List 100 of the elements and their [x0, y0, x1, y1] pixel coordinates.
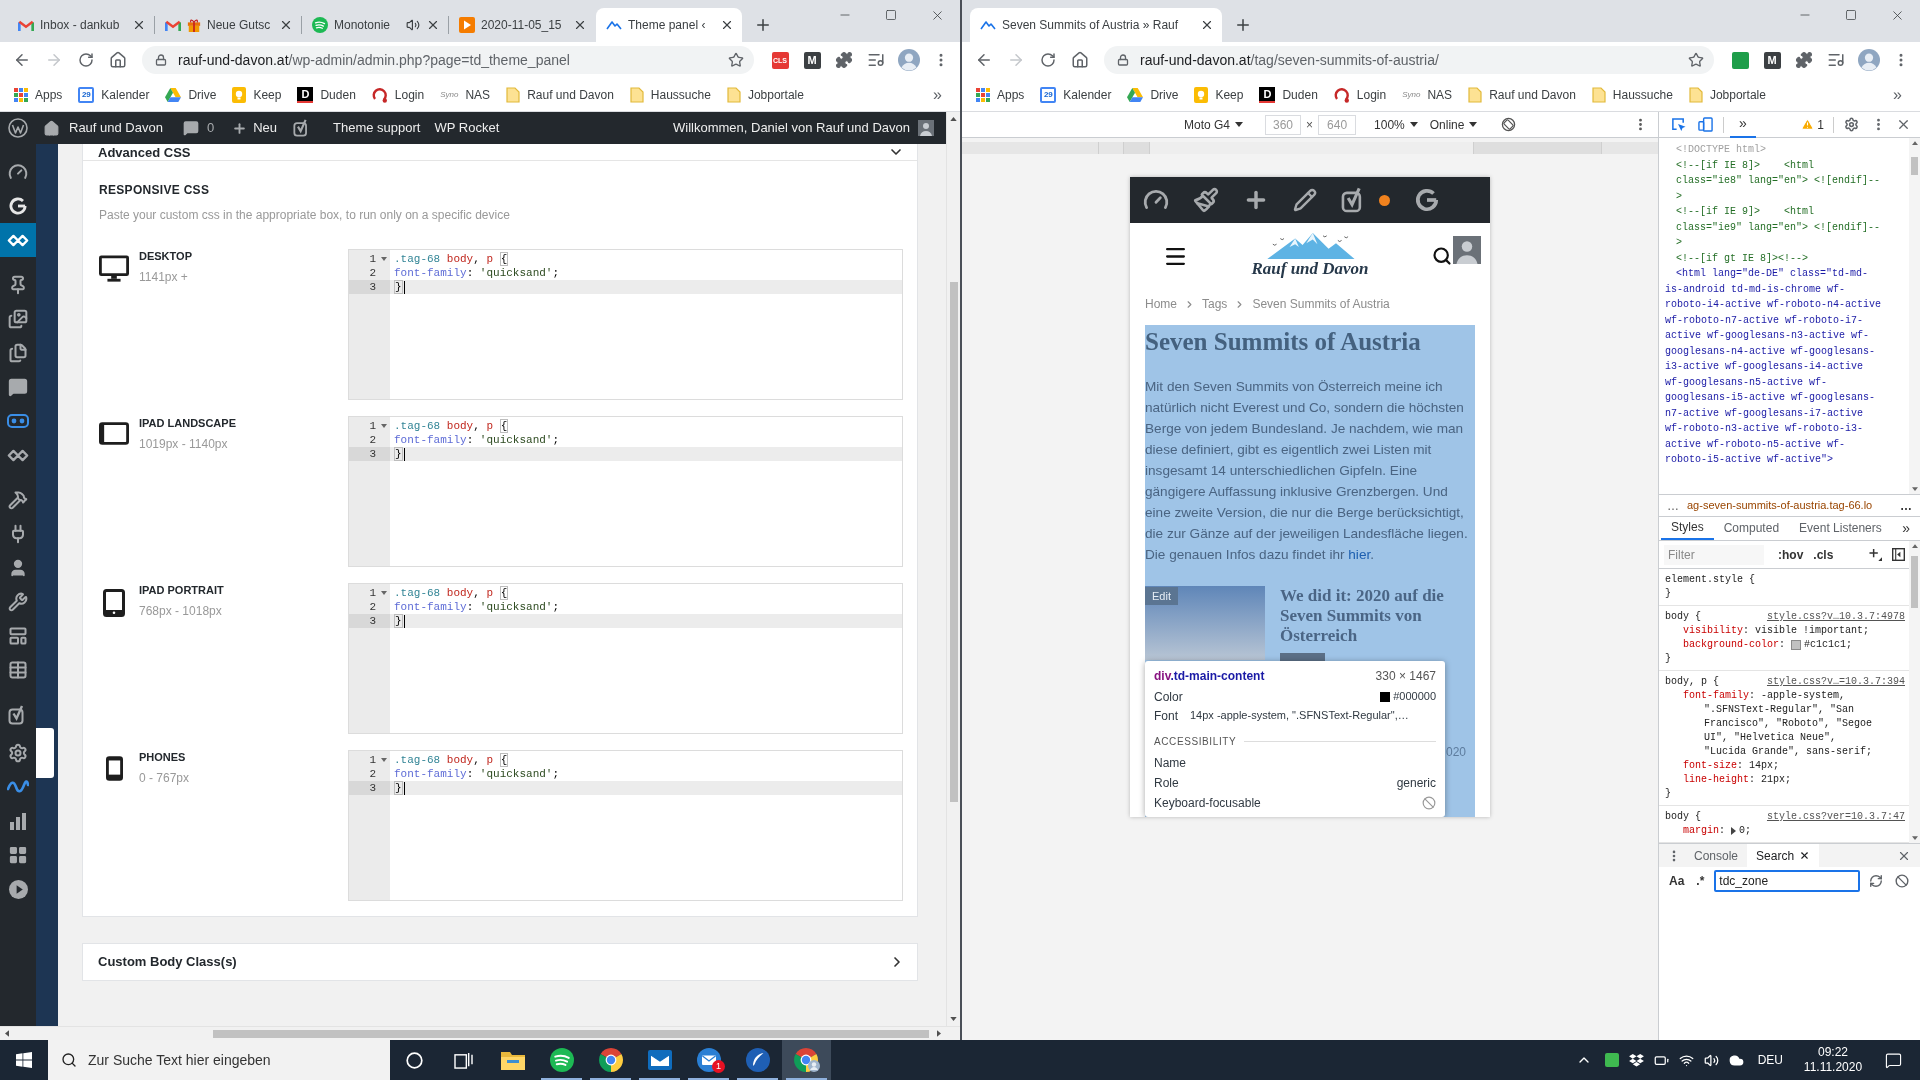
star-icon[interactable] [728, 52, 744, 68]
sidebar-toggle-icon[interactable] [1892, 548, 1905, 561]
diamonds-icon[interactable] [1628, 1053, 1644, 1067]
taskbar-button[interactable] [782, 1040, 831, 1080]
pencil-icon[interactable] [1293, 188, 1317, 212]
breadcrumb-link[interactable]: Tags [1202, 295, 1228, 313]
fold-arrow-icon[interactable] [381, 591, 387, 595]
code-editor[interactable]: 1 2 3 .tag-68 body, p { font-family: 'quicksand'; } [348, 249, 903, 400]
bookmark[interactable]: Jobportale [726, 85, 804, 104]
bookmark[interactable]: 29 Kalender [78, 85, 150, 104]
regex-button[interactable]: .* [1696, 872, 1705, 890]
bookmark[interactable]: 29 Kalender [1040, 85, 1112, 104]
star-icon[interactable] [1688, 52, 1704, 68]
bookmark[interactable]: D Duden [297, 85, 356, 104]
browser-tab[interactable]: 2020-11-05_15 [449, 8, 595, 42]
scroll-up-icon[interactable] [1911, 141, 1918, 145]
refresh-icon[interactable] [1869, 874, 1884, 888]
taskbar-button[interactable]: 1 [684, 1040, 733, 1080]
dom-node[interactable]: <html lang="de-DE" class="td-md- is-android td-md-is-chrome wf- roboto-i4-active wf-roboto-n4-active wf-roboto-n7-active wf-roboto-i7- active wf-googlesans-n3-active wf- googlesans-n4-active wf-googlesans- i3-active wf-googlesans-i4-active wf-googlesans-n5-active wf- googlesans-i5-active wf-googlesans- n7-active wf-googlesans-i7-active wf-roboto-n3-active wf-roboto-i3- active wf-roboto-n5-active wf- roboto-i5-active wf-active"> [1659, 266, 1909, 468]
panel-tab[interactable]: Computed [1713, 516, 1790, 540]
dom-node[interactable]: <!--[if IE 8]> <html class="ie8" lang="en"> <![endif]-- > [1659, 157, 1909, 204]
bookmark[interactable]: Login [1333, 85, 1387, 104]
bookmark[interactable]: Apps [14, 85, 63, 104]
back-icon[interactable] [975, 51, 993, 69]
toggle-button[interactable]: :hov [1778, 545, 1804, 564]
warnings-button[interactable]: 1 [1801, 115, 1824, 134]
stylesheet-link[interactable]: style.css?ver=10.3.7:47 [1766, 810, 1905, 824]
more-tabs-button[interactable]: » [1902, 516, 1910, 540]
toggle-button[interactable]: .cls [1813, 545, 1834, 564]
extension-icon[interactable] [1731, 51, 1749, 69]
code-editor[interactable]: 1 2 3 .tag-68 body, p { font-family: 'quicksand'; } [348, 750, 903, 901]
close-icon[interactable] [1799, 850, 1811, 861]
fold-arrow-icon[interactable] [381, 758, 387, 762]
drawer-tab[interactable]: Console [1685, 843, 1748, 868]
search-field[interactable]: tdc_zone [1714, 870, 1861, 892]
zoom-select[interactable]: 100% [1374, 115, 1418, 134]
stylesheet-link[interactable]: style.css?v…=10.3.7:394 [1766, 675, 1905, 689]
g-logo-icon[interactable] [1414, 187, 1440, 213]
back-icon[interactable] [13, 51, 31, 69]
section-toggle[interactable]: Custom Body Class(s) [82, 943, 918, 981]
bookmark[interactable]: Rauf und Davon [1468, 85, 1576, 104]
admin-menu-item[interactable] [0, 223, 36, 257]
scrollbar-thumb[interactable] [949, 282, 958, 802]
throttling-select[interactable]: Online [1429, 115, 1478, 134]
playlist-icon[interactable] [1827, 51, 1845, 69]
admin-bar-link[interactable]: Theme support [333, 118, 421, 138]
wifi-icon[interactable] [1678, 1052, 1694, 1068]
bookmark[interactable]: Keep [1194, 85, 1244, 104]
bookmark[interactable]: Login [371, 85, 425, 104]
playlist-icon[interactable] [867, 51, 885, 69]
scroll-right-button[interactable]: … [1900, 496, 1912, 515]
bookmark[interactable]: Drive [165, 85, 217, 104]
close-icon[interactable] [573, 18, 587, 32]
match-case-button[interactable]: Aa [1669, 872, 1685, 890]
settings-icon[interactable] [1844, 117, 1859, 132]
site-link[interactable]: Rauf und Davon [43, 118, 163, 138]
filter-field[interactable]: Filter [1664, 544, 1764, 565]
edit-button[interactable]: Edit [1145, 587, 1178, 605]
more-bookmarks-button[interactable]: » [1893, 82, 1902, 107]
new-content-link[interactable]: Neu [232, 118, 278, 138]
input-language[interactable]: DEU [1757, 1051, 1783, 1069]
search-field[interactable]: Zur Suche Text hier eingeben [48, 1040, 390, 1080]
bookmark[interactable]: Apps [976, 85, 1025, 104]
comments-link[interactable]: 0 [182, 118, 215, 138]
rotate-icon[interactable] [1501, 117, 1517, 132]
panel-toggle-tab[interactable] [36, 728, 54, 778]
scrollbar-thumb[interactable] [1911, 556, 1918, 608]
browser-tab[interactable]: Theme panel ‹ [596, 8, 742, 42]
panel-tab[interactable]: Event Listeners [1789, 516, 1892, 540]
bookmark[interactable]: Syno NAS [440, 85, 491, 104]
bookmark[interactable]: Rauf und Davon [506, 85, 614, 104]
inspect-icon[interactable] [1671, 117, 1686, 132]
browser-tab[interactable]: Neue Gutsc [155, 8, 301, 42]
clock-button[interactable]: 09:22 11.11.2020 [1797, 1045, 1869, 1075]
speaker-icon[interactable] [1703, 1052, 1719, 1068]
new-tab-icon[interactable] [1234, 16, 1252, 34]
plus-icon[interactable] [1869, 548, 1882, 561]
browser-tab[interactable]: Seven Summits of Austria » Rauf [970, 8, 1222, 42]
panel-tab[interactable]: Styles [1661, 516, 1714, 540]
bookmark[interactable]: D Duden [1259, 85, 1318, 104]
section-toggle[interactable]: Advanced CSS [83, 144, 917, 161]
expand-triangle-icon[interactable] [1731, 827, 1737, 835]
dom-node[interactable]: <!--[if IE 9]> <html class="ie9" lang="en"> <![endif]-- > [1659, 204, 1909, 251]
scroll-up-icon[interactable] [950, 117, 957, 121]
puzzle-icon[interactable] [835, 51, 853, 69]
device-icon[interactable] [1698, 117, 1713, 132]
ban-icon[interactable] [1895, 874, 1910, 888]
app-tile-icon[interactable] [1604, 1053, 1619, 1067]
text-link[interactable]: hier [1348, 547, 1371, 562]
close-icon[interactable] [279, 18, 293, 32]
admin-bar-link[interactable]: WP Rocket [434, 118, 500, 138]
code-editor[interactable]: 1 2 3 .tag-68 body, p { font-family: 'quicksand'; } [348, 583, 903, 734]
speaker-icon[interactable] [406, 18, 420, 32]
dom-breadcrumb[interactable]: ag-seven-summits-of-austria.tag-66.lo [1687, 497, 1873, 514]
drawer-tab[interactable]: Search [1747, 843, 1820, 868]
scrollbar-thumb[interactable] [1911, 157, 1918, 175]
w-logo-icon[interactable] [8, 118, 28, 138]
close-icon[interactable] [1896, 117, 1911, 132]
stylesheet-link[interactable]: style.css?v…10.3.7:4978 [1766, 610, 1905, 624]
extension-button[interactable]: M [1763, 51, 1781, 69]
